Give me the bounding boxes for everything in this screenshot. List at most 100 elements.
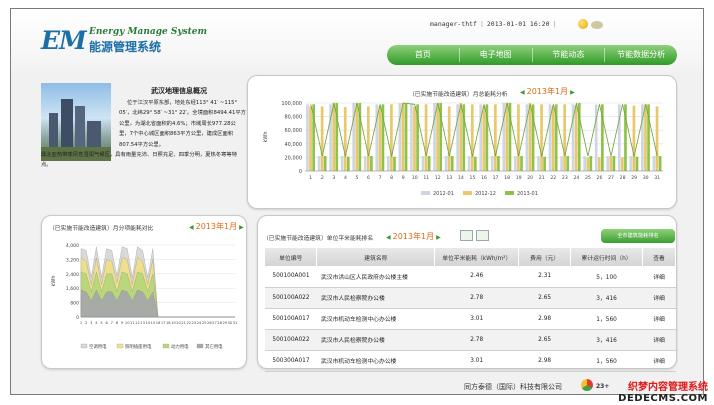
ranking-month-selector[interactable]: ◀ 2013年1月 ▶ [384,231,443,242]
sub-month-selector[interactable]: ◀ 2013年1月 ▶ [187,221,246,232]
legend-swatch [505,191,514,195]
bar [537,156,540,171]
detail-link[interactable]: 详细 [642,266,676,288]
monthly-month-label: 2013年1月 [526,87,569,96]
city-ranking-button[interactable]: 全市建筑能耗排名 [601,229,675,243]
x-tick-label: 11 [423,175,429,181]
rank-next-month-icon[interactable]: ▶ [436,234,441,241]
legend-swatch [196,343,204,349]
bar [450,156,454,171]
bar [574,105,578,171]
x-tick-label: 31 [233,321,238,325]
bar [386,156,390,171]
bar [309,106,312,171]
detail-link[interactable]: 详细 [642,350,676,372]
bar [583,156,586,171]
prev-month-icon[interactable]: ◀ [520,89,525,96]
col-energy: 单位平米能耗（kWh/m²） [434,248,520,266]
bar [346,156,350,171]
cell-name: 武汉市机动车检测中心办公楼 [316,308,435,330]
bar [323,156,327,171]
info-paragraph-1: 位于江汉平原东部，地处东经113° 41′ ~115° 05′，北纬29° 58… [119,100,246,148]
next-month-icon[interactable]: ▶ [570,89,575,96]
footer-badge: 23+ [596,383,610,390]
bar [632,105,636,171]
bar [655,106,659,171]
ranking-month-label: 2013年1月 [392,232,435,241]
bar [490,156,494,171]
x-tick-label: 30 [643,175,649,181]
x-tick-label: 1 [80,321,82,325]
rank-prev-month-icon[interactable]: ◀ [386,234,391,241]
y-tick-label: 800 [70,301,79,307]
x-tick-label: 24 [573,175,579,181]
monthly-month-selector[interactable]: ◀ 2013年1月 ▶ [518,86,577,97]
cell-cost: 2.31 [518,266,571,288]
list-view-icon[interactable] [476,230,489,241]
nav-dynamics[interactable]: 节能动态 [533,48,606,62]
detail-link[interactable]: 详细 [642,287,676,309]
y-axis-label: kWh [51,275,57,286]
x-tick-label: 10 [412,175,418,181]
y-tick-label: 100,000 [281,101,302,107]
x-tick-label: 3 [332,175,335,181]
cell-name: 武汉市人民检察院办公楼 [316,287,435,309]
theme-icon[interactable] [578,19,588,29]
x-tick-label: 8 [390,175,393,181]
footer-company: 同方泰德（国际）科技有限公司 [464,383,562,391]
x-tick-label: 31 [654,175,660,181]
sub-prev-month-icon[interactable]: ◀ [189,224,194,231]
x-tick-label: 2 [85,321,87,325]
bar [494,104,497,171]
x-tick-label: 13 [140,321,145,325]
legend-label: 2012-01 [433,191,454,197]
bar [467,156,471,171]
leaf-icon[interactable] [591,21,603,29]
y-tick-label: 20,000 [285,155,303,161]
x-tick-label: 14 [458,175,464,181]
detail-link[interactable]: 详细 [642,329,676,351]
bar [447,106,451,171]
sub-month-label: 2013年1月 [195,222,238,231]
cell-energy: 3.01 [434,350,519,372]
nav-analysis[interactable]: 节能数据分析 [605,48,677,62]
cell-energy: 3.01 [434,308,519,330]
bar [609,156,613,171]
bar [390,104,393,171]
ranking-title: （已实施节能改造建筑）单位平米能耗排名 [263,236,374,242]
bar [563,104,566,171]
bar [340,156,344,171]
cell-id: 500100A022 [265,329,317,351]
table-row: 500300A017 武汉市机动车检测中心办公楼 3.01 2.98 1，560… [265,350,676,372]
x-tick-label: 9 [121,321,124,325]
legend-swatch [116,343,124,349]
bar [393,156,396,171]
x-tick-label: 23 [192,321,197,325]
legend-swatch [421,191,430,195]
x-tick-label: 12 [135,321,140,325]
bar [528,103,532,171]
bar [606,156,610,171]
user-info: manager-thtf | 2013-01-01 16:20 | [430,20,557,28]
x-tick-label: 21 [539,175,545,181]
sub-energy-chart: 08001,6002,4003,2004,000kWh1 2 3 4 5 6 7 8 9 10 11… [51,243,238,350]
browser-icon[interactable] [581,379,593,391]
y-tick-label: 40,000 [285,142,303,148]
nav-map[interactable]: 电子地图 [460,48,533,62]
bar [612,156,616,171]
sub-next-month-icon[interactable]: ▶ [239,224,244,231]
y-tick-label: 80,000 [285,115,303,121]
chart-view-icon[interactable] [460,230,473,241]
detail-link[interactable]: 详细 [642,308,676,330]
y-tick-label: 0 [299,169,302,175]
x-tick-label: 5 [100,321,102,325]
bar [427,156,431,171]
x-tick-label: 9 [402,175,405,181]
info-title: 武汉地理信息概况 [151,87,207,95]
bar [470,104,474,171]
table-row: 500100A001 武汉市洪山区人民政府办公楼主楼 2.46 2.31 5，1… [265,266,676,288]
logo-title: 能源管理系统 [89,40,162,54]
cell-id: 500100A001 [265,266,317,288]
nav-home[interactable]: 首页 [387,48,460,62]
user-name[interactable]: manager-thtf [430,20,477,28]
